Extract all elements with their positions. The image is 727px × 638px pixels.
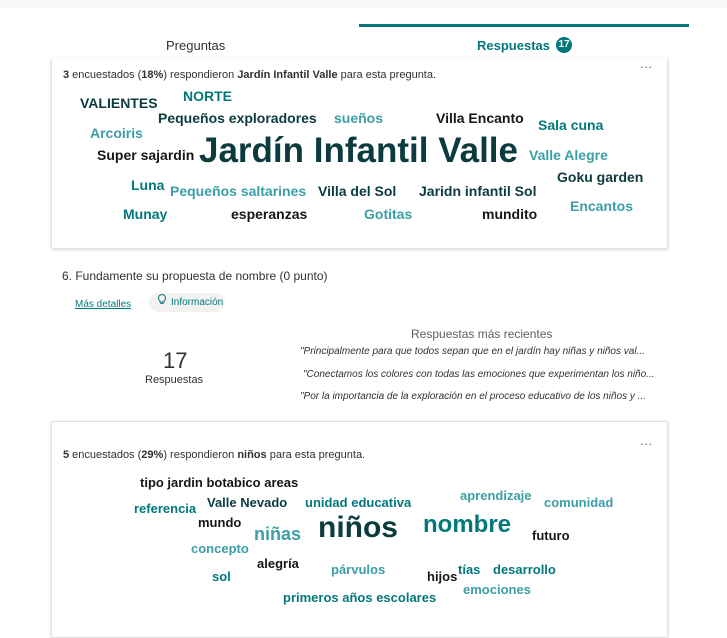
word-cloud-word: desarrollo bbox=[493, 562, 556, 577]
word-cloud-word: futuro bbox=[532, 528, 570, 543]
word-cloud-word: sol bbox=[212, 569, 231, 584]
word-cloud-word: primeros años escolares bbox=[283, 590, 437, 605]
word-cloud-word: esperanzas bbox=[231, 206, 308, 222]
word-cloud-word: tías bbox=[458, 562, 481, 577]
word-cloud-word: hijos bbox=[427, 569, 458, 584]
word-cloud-word: unidad educativa bbox=[305, 495, 412, 510]
more-details-link[interactable]: Más detalles bbox=[75, 299, 131, 310]
word-cloud-word: Munay bbox=[123, 206, 168, 222]
word-cloud-word: Goku garden bbox=[557, 169, 644, 185]
word-cloud-word: Luna bbox=[131, 177, 165, 193]
word-cloud-word: Arcoiris bbox=[90, 125, 143, 141]
word-cloud-word: Villa Encanto bbox=[436, 110, 524, 126]
word-cloud-word: Villa del Sol bbox=[318, 183, 397, 199]
card2-more-options-button[interactable]: ... bbox=[640, 434, 653, 448]
word-cloud-word: tipo jardin botabico areas bbox=[140, 475, 299, 490]
word-cloud-word: Encantos bbox=[570, 198, 634, 214]
word-cloud-word: alegría bbox=[257, 556, 299, 571]
word-cloud-word: sueños bbox=[334, 110, 384, 126]
card2-summary: 5 encuestados (29%) respondieron niños p… bbox=[63, 449, 366, 461]
word-cloud-word: niñas bbox=[254, 524, 302, 544]
tab-responses[interactable]: Respuestas bbox=[477, 38, 550, 53]
tab-active-underline bbox=[359, 24, 689, 27]
word-cloud-word: Valle Nevado bbox=[207, 495, 288, 510]
response-count: 17 bbox=[163, 348, 188, 373]
tab-questions[interactable]: Preguntas bbox=[166, 38, 225, 53]
card1-summary: 3 encuestados (18%) respondieron Jardín … bbox=[63, 69, 437, 81]
word-cloud-word: Super sajardin bbox=[97, 147, 195, 163]
word-cloud-word: párvulos bbox=[331, 562, 386, 577]
word-cloud-word: mundito bbox=[482, 206, 538, 222]
info-label: Información bbox=[171, 297, 224, 308]
word-cloud-word: niños bbox=[318, 511, 398, 544]
top-strip bbox=[0, 0, 727, 8]
word-cloud-word: aprendizaje bbox=[460, 488, 532, 503]
word-cloud-word: Jardín Infantil Valle bbox=[199, 131, 518, 170]
word-cloud-word: Pequeños exploradores bbox=[158, 110, 317, 126]
word-cloud-word: emociones bbox=[463, 582, 531, 597]
word-cloud-word: concepto bbox=[191, 541, 249, 556]
word-cloud-word: Jaridn infantil Sol bbox=[419, 183, 537, 199]
word-cloud-word: nombre bbox=[423, 511, 512, 538]
word-cloud-word: Gotitas bbox=[364, 206, 413, 222]
word-cloud-word: referencia bbox=[134, 501, 197, 516]
info-button[interactable]: Información bbox=[149, 293, 225, 312]
recent-response[interactable]: "Por la importancia de la exploración en… bbox=[300, 391, 672, 402]
word-cloud-word: Valle Alegre bbox=[529, 147, 608, 163]
recent-response[interactable]: "Principalmente para que todos sepan que… bbox=[300, 346, 672, 357]
word-cloud-word: Sala cuna bbox=[538, 117, 604, 133]
word-cloud-word: mundo bbox=[198, 515, 242, 530]
recent-responses-title: Respuestas más recientes bbox=[411, 327, 553, 341]
lightbulb-icon bbox=[157, 293, 169, 312]
word-cloud-word: NORTE bbox=[183, 88, 232, 104]
word-cloud-word: VALIENTES bbox=[80, 95, 158, 111]
card1-more-options-button[interactable]: ... bbox=[640, 57, 653, 71]
responses-count-badge: 17 bbox=[556, 37, 572, 53]
word-cloud-word: comunidad bbox=[544, 495, 614, 510]
recent-response[interactable]: "Conectamos los colores con todas las em… bbox=[303, 369, 672, 380]
response-count-label: Respuestas bbox=[145, 374, 204, 386]
question-title: 6. Fundamente su propuesta de nombre (0 … bbox=[62, 269, 328, 283]
word-cloud-word: Pequeños saltarines bbox=[170, 183, 307, 199]
